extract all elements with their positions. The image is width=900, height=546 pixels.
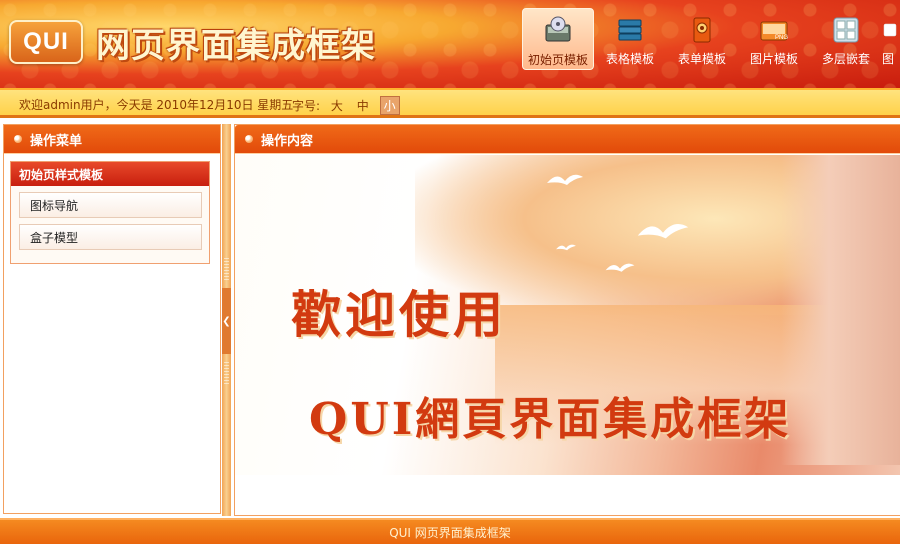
banner-title: 歡迎使用	[291, 285, 507, 344]
menu-item-icon-nav[interactable]: 图标导航	[19, 192, 202, 218]
dove-icon	[637, 224, 689, 239]
splitter-grip	[224, 362, 229, 386]
menu-group: 初始页样式模板 图标导航 盒子模型	[10, 161, 210, 264]
font-size-switcher: 字号: 大 中 小	[292, 96, 400, 115]
nav-label: 表单模板	[677, 52, 726, 66]
header: QUI 网页界面集成框架 初始页模板 表格模板 表单模板 PNG 图片模板 多层…	[0, 0, 900, 88]
nav-label: 初始页模板	[527, 53, 588, 67]
dove-icon	[556, 244, 576, 251]
left-panel-title: 操作菜单	[30, 133, 83, 149]
nav-label: 多层嵌套	[821, 52, 870, 66]
nav-label: 图	[882, 52, 895, 66]
partial-icon	[883, 23, 897, 37]
nav-item-form-template[interactable]: 表单模板	[666, 8, 738, 70]
menu-group-title[interactable]: 初始页样式模板	[11, 162, 209, 186]
nav-label: 图片模板	[749, 52, 798, 66]
svg-text:PNG: PNG	[775, 35, 788, 41]
dove-icon	[547, 174, 583, 185]
splitter-grip	[224, 258, 229, 282]
nav-item-home-template[interactable]: 初始页模板	[522, 8, 594, 70]
gear-box-icon	[693, 17, 711, 43]
left-panel-header: 操作菜单	[4, 125, 220, 154]
app-title: 网页界面集成框架	[96, 26, 376, 66]
font-size-small[interactable]: 小	[379, 96, 400, 115]
right-panel-title: 操作内容	[261, 133, 314, 149]
welcome-text: 欢迎admin用户，今天是 2010年12月10日 星期五	[19, 98, 294, 112]
bullet-icon	[14, 135, 22, 143]
stack-icon	[618, 19, 642, 41]
left-panel: 操作菜单 初始页样式模板 图标导航 盒子模型	[3, 124, 221, 514]
nav-label: 表格模板	[605, 52, 654, 66]
nav-item-nested[interactable]: 多层嵌套	[810, 8, 882, 70]
banner-subtitle: QUI網頁界面集成框架	[309, 394, 792, 445]
logo: QUI	[9, 20, 83, 64]
info-bar: 欢迎admin用户，今天是 2010年12月10日 星期五 字号: 大 中 小	[0, 88, 900, 118]
font-size-medium[interactable]: 中	[354, 97, 372, 114]
footer: QUI 网页界面集成框架	[0, 518, 900, 544]
chevron-left-icon: ❮	[222, 315, 231, 327]
grid-icon	[833, 17, 859, 43]
bullet-icon	[245, 135, 253, 143]
menu-item-box-model[interactable]: 盒子模型	[19, 224, 202, 250]
nav-item-image-template[interactable]: PNG 图片模板	[738, 8, 810, 70]
disk-drive-icon	[545, 16, 571, 42]
right-panel: 操作内容 歡迎使用 QUI網頁界面集成框架	[234, 124, 900, 516]
top-nav: 初始页模板 表格模板 表单模板 PNG 图片模板 多层嵌套 图	[522, 8, 900, 70]
footer-text: QUI 网页界面集成框架	[389, 526, 511, 540]
nav-item-partial[interactable]: 图	[882, 8, 900, 70]
font-size-large[interactable]: 大	[328, 97, 346, 114]
banner-pillar	[781, 155, 900, 465]
collapse-left-button[interactable]: ❮	[222, 288, 231, 354]
nav-item-table-template[interactable]: 表格模板	[594, 8, 666, 70]
font-size-label: 字号:	[292, 99, 321, 113]
png-image-icon: PNG	[760, 21, 788, 41]
dove-icon	[605, 263, 635, 272]
right-panel-header: 操作内容	[235, 125, 900, 154]
welcome-banner: 歡迎使用 QUI網頁界面集成框架	[235, 155, 900, 475]
